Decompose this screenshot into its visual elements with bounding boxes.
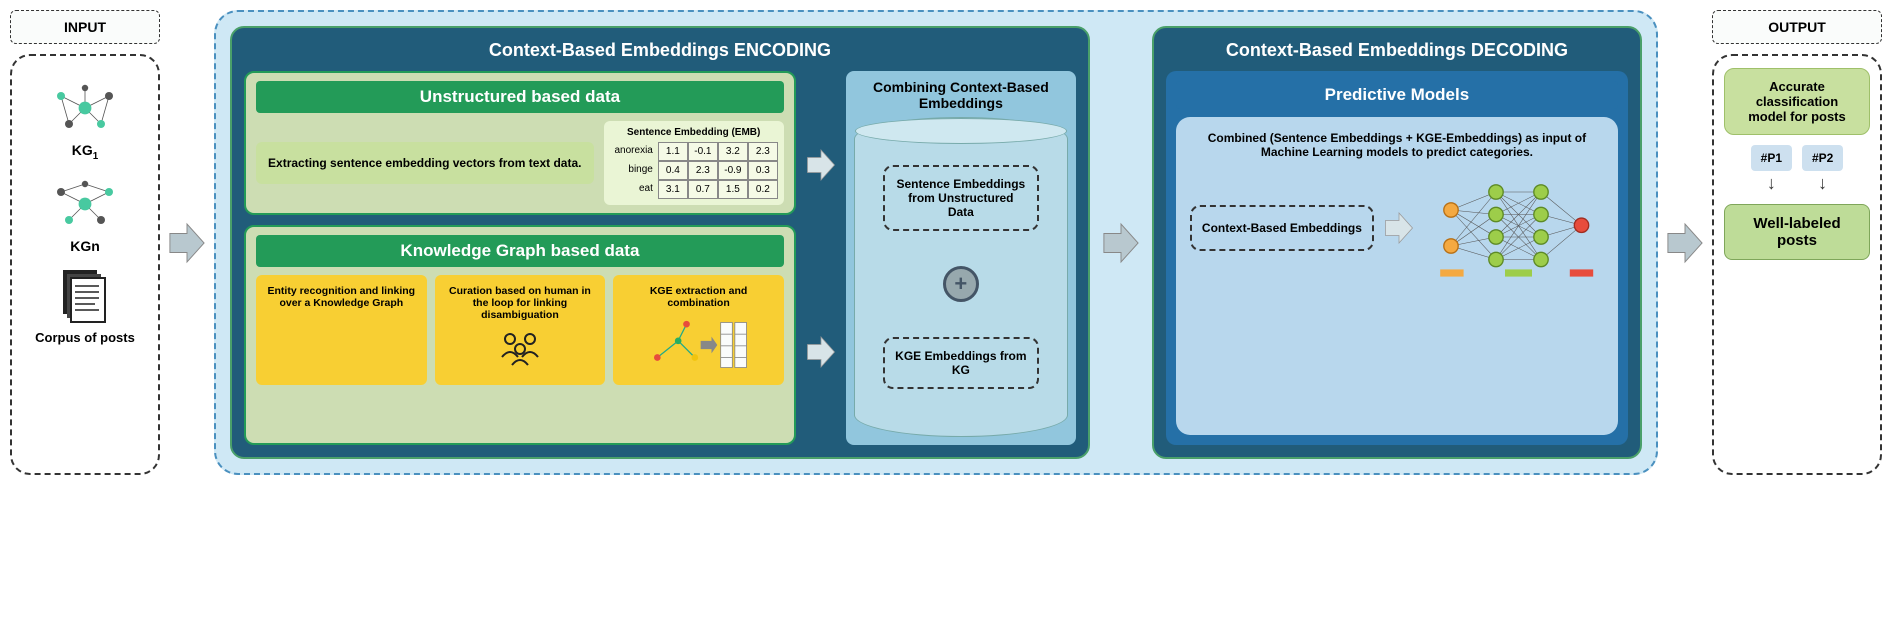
combining-panel: Combining Context-Based Embeddings Sente… <box>846 71 1076 445</box>
extract-text: Extracting sentence embedding vectors fr… <box>256 142 594 184</box>
decoding-panel: Context-Based Embeddings DECODING Predic… <box>1152 26 1642 459</box>
output-header: OUTPUT <box>1712 10 1882 44</box>
people-icon <box>490 327 550 367</box>
combining-title: Combining Context-Based Embeddings <box>854 79 1068 111</box>
kge-viz-icon <box>649 315 749 375</box>
neural-net-icon <box>1424 173 1604 283</box>
main-pipeline: Context-Based Embeddings ENCODING Unstru… <box>214 10 1658 475</box>
p1-tag: #P1 <box>1751 145 1792 171</box>
predictive-desc: Combined (Sentence Embeddings + KGE-Embe… <box>1190 131 1604 159</box>
kgdata-title: Knowledge Graph based data <box>256 235 784 267</box>
plus-icon: + <box>943 266 979 302</box>
arrow-input-to-main <box>168 10 206 475</box>
curation-box: Curation based on human in the loop for … <box>435 275 606 385</box>
unstructured-title: Unstructured based data <box>256 81 784 113</box>
entity-box: Entity recognition and linking over a Kn… <box>256 275 427 385</box>
kgn-icon <box>45 174 125 234</box>
arrow-down-icon: ↓ <box>1767 173 1776 194</box>
well-labeled-box: Well-labeled posts <box>1724 204 1870 260</box>
arrow-kg-to-combine <box>806 329 836 375</box>
kgn-label: KGn <box>70 238 100 254</box>
predictive-panel: Predictive Models Combined (Sentence Emb… <box>1166 71 1628 445</box>
output-panel: Accurate classification model for posts … <box>1712 54 1882 475</box>
combining-cylinder: Sentence Embeddings from Unstructured Da… <box>854 117 1068 437</box>
kge-emb-box: KGE Embeddings from KG <box>883 337 1039 389</box>
unstructured-block: Unstructured based data Extracting sente… <box>244 71 796 215</box>
input-header: INPUT <box>10 10 160 44</box>
input-panel: KG1 <box>10 54 160 475</box>
arrow-emb-to-nn <box>1384 205 1414 251</box>
context-emb-box: Context-Based Embeddings <box>1190 205 1374 251</box>
sentence-emb-box: Sentence Embeddings from Unstructured Da… <box>883 165 1039 231</box>
kge-box: KGE extraction and combination <box>613 275 784 385</box>
kg1-icon <box>45 78 125 138</box>
arrow-encoding-to-decoding <box>1102 26 1140 459</box>
encoding-panel: Context-Based Embeddings ENCODING Unstru… <box>230 26 1090 459</box>
decoding-title: Context-Based Embeddings DECODING <box>1166 40 1628 61</box>
accurate-model-box: Accurate classification model for posts <box>1724 68 1870 135</box>
p2-tag: #P2 <box>1802 145 1843 171</box>
embedding-table: Sentence Embedding (EMB) anorexia 1.1 -0… <box>604 121 784 205</box>
kgdata-block: Knowledge Graph based data Entity recogn… <box>244 225 796 445</box>
corpus-label: Corpus of posts <box>35 330 135 345</box>
predictive-title: Predictive Models <box>1176 81 1618 109</box>
arrow-unstructured-to-combine <box>806 142 836 188</box>
encoding-title: Context-Based Embeddings ENCODING <box>244 40 1076 61</box>
arrow-down-icon: ↓ <box>1818 173 1827 194</box>
corpus-icon <box>55 266 115 326</box>
kg1-label: KG1 <box>72 142 98 162</box>
arrow-main-to-output <box>1666 10 1704 475</box>
